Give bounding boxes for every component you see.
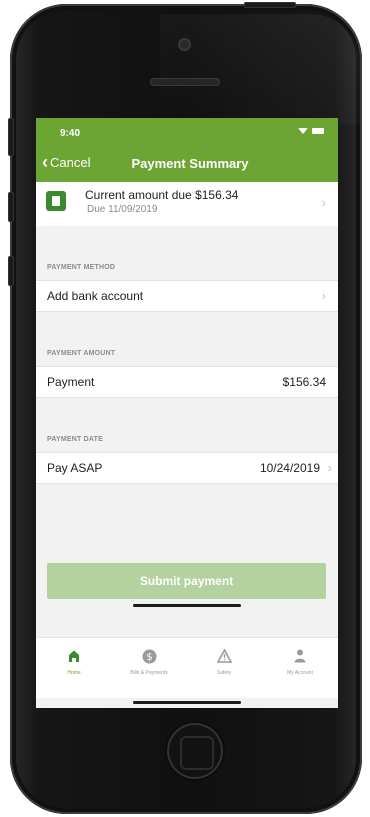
payment-amount-section-label: PAYMENT AMOUNT [47, 350, 116, 357]
person-icon [294, 649, 306, 663]
tab-home-label: Home [67, 670, 81, 676]
tab-safety[interactable]: Safety [186, 646, 262, 676]
payment-date-section-label: PAYMENT DATE [47, 436, 103, 443]
add-bank-account-row[interactable]: Add bank account › [36, 280, 338, 312]
payment-method-section-label: PAYMENT METHOD [47, 264, 116, 271]
home-indicator [133, 604, 241, 607]
app-screen: 9:40 ‹ Cancel Payment Summary Current am… [36, 118, 338, 708]
tab-my-account[interactable]: My Account [262, 646, 338, 676]
submit-payment-button[interactable]: Submit payment [47, 563, 326, 599]
home-button-square [180, 736, 214, 770]
navigation-bar: 9:40 ‹ Cancel Payment Summary [36, 118, 338, 182]
chevron-right-icon: › [327, 460, 332, 475]
home-indicator-bottom [133, 701, 241, 704]
add-bank-account-label: Add bank account [47, 289, 144, 303]
payment-amount-value: $156.34 [282, 375, 326, 389]
home-icon [69, 650, 79, 662]
amount-due-date: Due 11/09/2019 [87, 204, 158, 215]
tab-safety-label: Safety [216, 670, 232, 676]
chevron-right-icon: › [321, 195, 326, 210]
tab-home[interactable]: Home [36, 646, 112, 676]
page-title: Payment Summary [131, 156, 249, 171]
pay-asap-label: Pay ASAP [47, 461, 103, 475]
payment-amount-row[interactable]: Payment $156.34 [36, 366, 338, 398]
payment-label: Payment [47, 375, 95, 389]
tab-bills-payments-label: Bills & Payments [130, 670, 168, 676]
payment-date-value: 10/24/2019 [259, 461, 320, 475]
phone-shine [160, 14, 360, 124]
warning-icon [216, 649, 232, 663]
status-time: 9:40 [60, 128, 81, 139]
status-icons [298, 128, 324, 134]
front-camera [180, 40, 189, 49]
tab-bar: Home $ Bills & Payments Safety My Accoun… [36, 637, 338, 698]
amount-due-row[interactable]: Current amount due $156.34 Due 11/09/201… [36, 182, 338, 226]
amount-due-title: Current amount due $156.34 [85, 188, 239, 202]
chevron-right-icon: › [321, 288, 326, 303]
tab-my-account-label: My Account [287, 670, 313, 676]
battery-icon [312, 128, 324, 134]
dollar-icon: $ [142, 649, 156, 663]
wifi-icon [298, 128, 308, 134]
earpiece-speaker [150, 78, 220, 86]
volume-down-button [8, 256, 14, 286]
tab-bills-payments[interactable]: $ Bills & Payments [111, 646, 187, 676]
mute-switch [8, 118, 14, 156]
bill-icon [46, 191, 66, 211]
payment-date-row[interactable]: Pay ASAP 10/24/2019 › [36, 452, 338, 484]
svg-text:$: $ [146, 652, 152, 663]
volume-up-button [8, 192, 14, 222]
power-button [244, 2, 296, 8]
